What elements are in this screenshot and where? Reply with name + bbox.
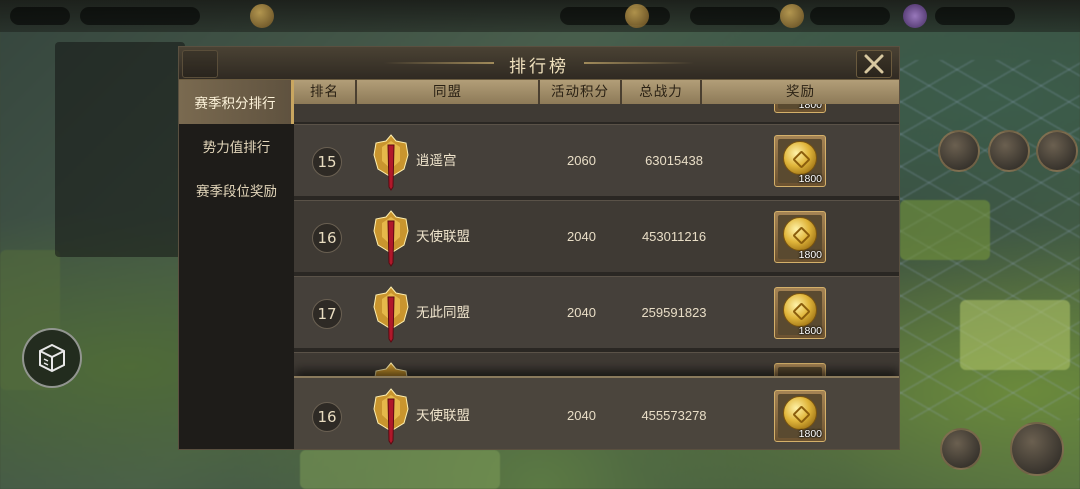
map-button: [1036, 130, 1078, 172]
column-header-reward: 奖励: [702, 80, 899, 104]
tab-season-points-ranking[interactable]: 赛季积分排行: [179, 80, 294, 124]
column-header-total-power: 总战力: [622, 80, 702, 104]
event-points: 2060: [567, 153, 596, 168]
alliance-name: 天使联盟: [416, 408, 470, 424]
reward-item[interactable]: 1800: [774, 287, 826, 339]
alliance-badge-icon: [373, 210, 409, 267]
close-icon: [864, 54, 884, 74]
alliance-badge-icon: [373, 388, 409, 445]
sidebar: 赛季积分排行 势力值排行 赛季段位奖励: [179, 80, 294, 449]
rank-number: 16: [312, 223, 342, 253]
tab-influence-ranking[interactable]: 势力值排行: [179, 124, 294, 168]
reward-amount: 1800: [798, 428, 822, 440]
reward-amount: 1800: [798, 173, 822, 185]
reward-amount: 1800: [798, 249, 822, 261]
rank-number: 17: [312, 299, 342, 329]
reward-item[interactable]: 1800: [774, 211, 826, 263]
map-button: [940, 428, 982, 470]
alliance-name: 天使联盟: [416, 229, 470, 245]
column-header-alliance: 同盟: [357, 80, 540, 104]
my-alliance-row: 16 天使联盟 2040 455573278 1800: [294, 376, 899, 449]
resource-icon: [250, 4, 274, 28]
column-header-rank: 排名: [294, 80, 357, 104]
reward-item[interactable]: 1800: [774, 390, 826, 442]
map-tile: [300, 450, 500, 489]
map-button: [938, 130, 980, 172]
top-bar-chip: [80, 7, 200, 25]
alliance-badge-icon: [373, 286, 409, 343]
reward-item[interactable]: 1800: [774, 135, 826, 187]
alliance-name: 逍遥宫: [416, 153, 457, 169]
alliance-badge-icon: [373, 134, 409, 191]
total-power: 453011216: [641, 229, 707, 244]
resource-icon: [780, 4, 804, 28]
map-tile: [900, 200, 990, 260]
map-button: [1010, 422, 1064, 476]
reward-amount: 1800: [798, 325, 822, 337]
background-side-panel: [55, 42, 185, 257]
panel-header: 排行榜: [179, 47, 899, 80]
alliance-name: 无此同盟: [416, 305, 470, 321]
game-top-bar: [0, 0, 1080, 32]
resource-icon: [903, 4, 927, 28]
gold-coin-icon: [783, 217, 817, 251]
resource-icon: [625, 4, 649, 28]
gold-coin-icon: [783, 141, 817, 175]
table-row: 16 天使联盟 2040 453011216 1800: [294, 200, 899, 272]
table-row: 15 逍遥宫 2060 63015438 1800: [294, 124, 899, 196]
top-bar-chip: [935, 7, 1015, 25]
map-button: [988, 130, 1030, 172]
total-power: 63015438: [645, 153, 703, 168]
cube-menu-button[interactable]: [22, 328, 82, 388]
tab-season-tier-rewards[interactable]: 赛季段位奖励: [179, 168, 294, 212]
panel-title: 排行榜: [509, 57, 569, 77]
rank-number: 16: [312, 402, 342, 432]
gold-coin-icon: [783, 293, 817, 327]
title-ornament-right: [584, 62, 694, 64]
top-bar-chip: [810, 7, 890, 25]
top-bar-chip: [10, 7, 70, 25]
map-tile: [960, 300, 1070, 370]
table-header: 排名 同盟 活动积分 总战力 奖励: [294, 80, 899, 104]
gold-coin-icon: [783, 396, 817, 430]
total-power: 455573278: [641, 408, 707, 423]
top-bar-chip: [560, 7, 670, 25]
ranking-table: 排名 同盟 活动积分 总战力 奖励 1800 15 逍遥宫 2060 63015…: [294, 80, 899, 449]
table-row: 17 无此同盟 2040 259591823 1800: [294, 276, 899, 348]
rank-number: 15: [312, 147, 342, 177]
top-bar-chip: [690, 7, 780, 25]
total-power: 259591823: [641, 305, 707, 320]
cube-menu-icon: [39, 343, 65, 373]
close-button[interactable]: [856, 50, 892, 78]
event-points: 2040: [567, 305, 596, 320]
column-header-event-points: 活动积分: [540, 80, 622, 104]
event-points: 2040: [567, 408, 596, 423]
event-points: 2040: [567, 229, 596, 244]
leaderboard-panel: 排行榜 赛季积分排行 势力值排行 赛季段位奖励 排名 同盟 活动积分 总战力 奖…: [178, 46, 900, 450]
